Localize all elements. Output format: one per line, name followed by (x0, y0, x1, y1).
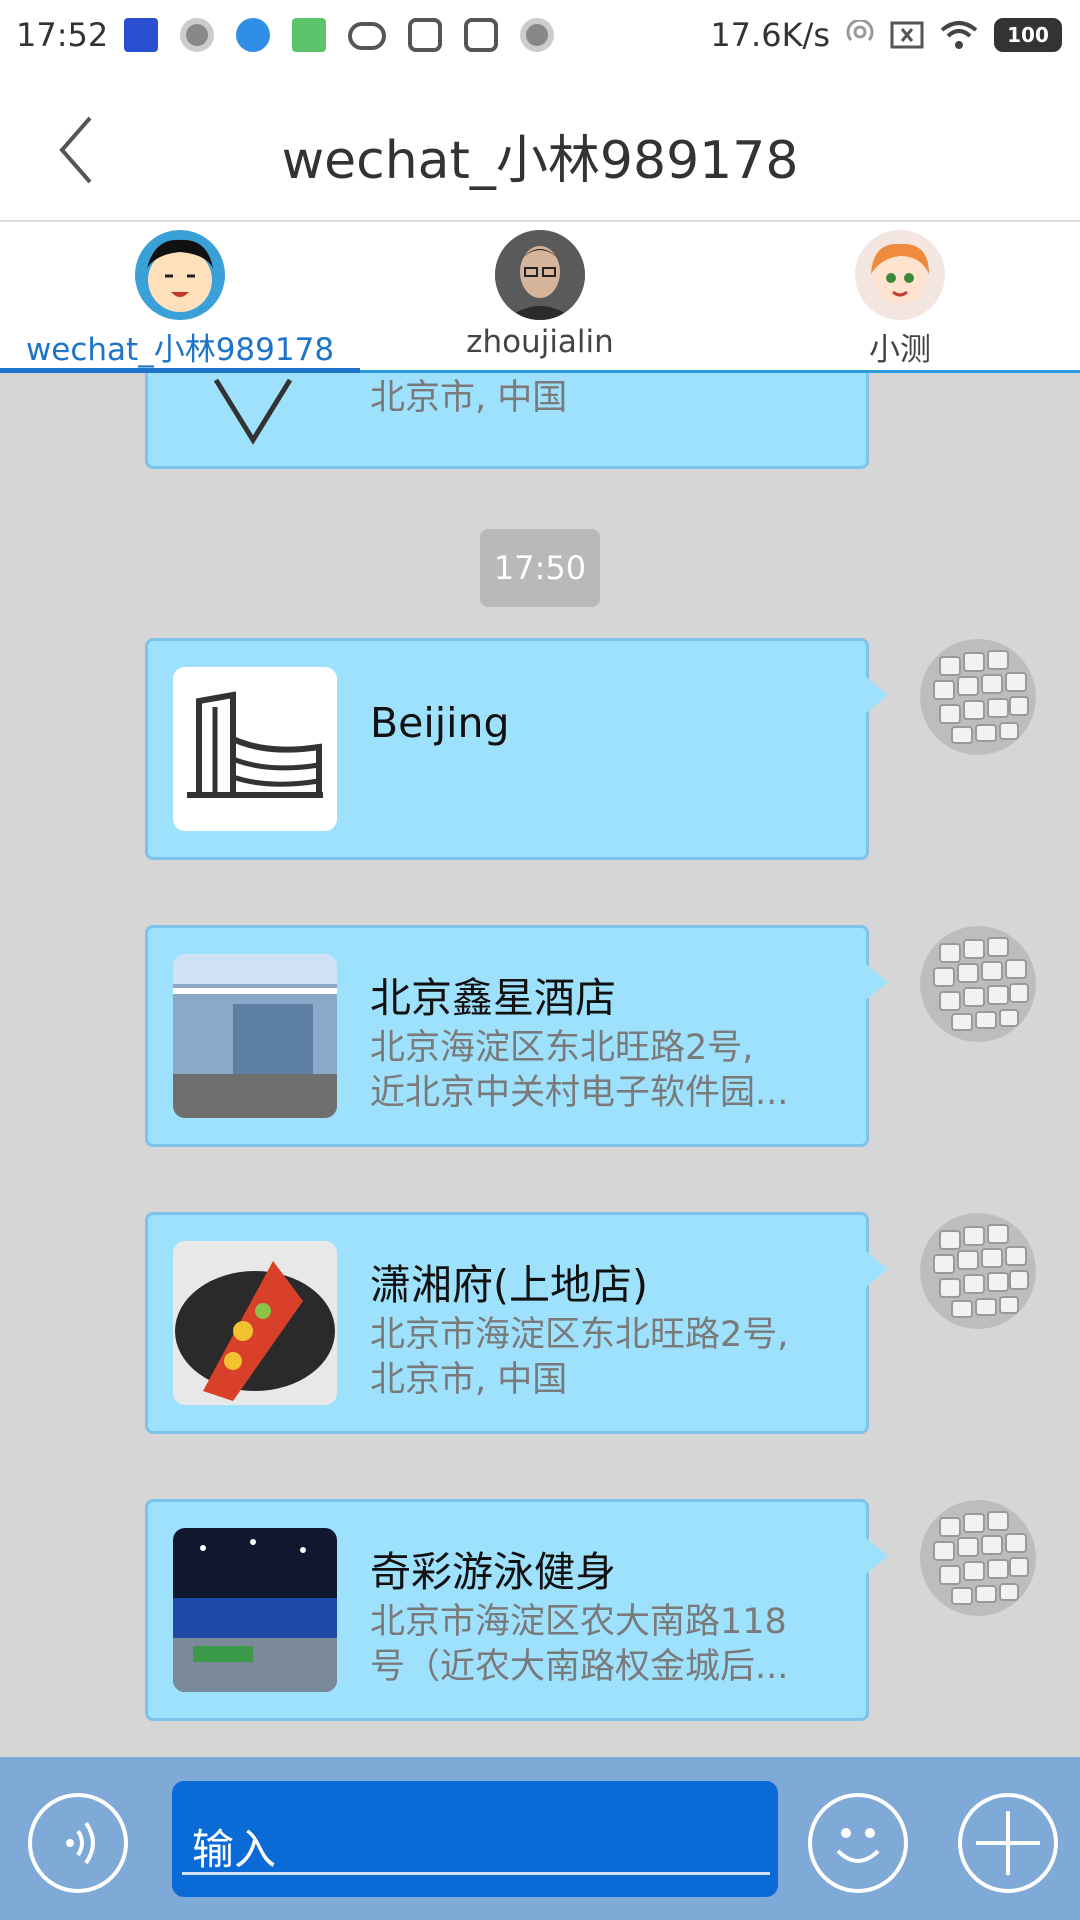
keyboard-avatar[interactable] (920, 1213, 1036, 1329)
keyboard-avatar[interactable] (920, 639, 1036, 755)
s-app-icon (464, 18, 498, 52)
avatar (495, 230, 585, 320)
tab-label: zhoujialin (466, 324, 614, 360)
message-bubble-location[interactable]: 潇湘府(上地店) 北京市海淀区东北旺路2号, 北京市, 中国 (145, 1212, 888, 1434)
bird-icon (236, 18, 270, 52)
message-bubble-location[interactable]: 奇彩游泳健身 北京市海淀区农大南路118 号（近农大南路权金城后... (145, 1499, 888, 1721)
voice-icon (66, 1821, 95, 1865)
tab-label: wechat_小林989178 (25, 332, 335, 368)
record-icon (520, 18, 554, 52)
message-bubble-location[interactable]: 北京鑫星酒店 北京海淀区东北旺路2号, 近北京中关村电子软件园... (145, 925, 888, 1147)
hotel-photo (173, 954, 337, 1118)
avatar (135, 230, 225, 320)
battery-icon: 100 (994, 18, 1062, 52)
message-bubble-location[interactable]: Beijing (145, 638, 888, 860)
message-title: Beijing (370, 699, 510, 747)
chat-message-list[interactable]: 北京市, 中国 17:50 Beijing 北京鑫星酒店 北京海淀区东北旺路2号… (0, 373, 1080, 1757)
tab-zhoujialin[interactable]: zhoujialin (360, 222, 720, 370)
bubble-tail (866, 964, 888, 1000)
s-app-icon (408, 18, 442, 52)
sim-error-icon (890, 21, 924, 49)
contact-tabs: wechat_小林989178 zhoujialin 小测 (0, 222, 1080, 374)
add-button[interactable] (958, 1793, 1058, 1893)
message-subtitle: 北京市海淀区农大南路118 号（近农大南路权金城后... (370, 1602, 789, 1687)
food-photo (173, 1241, 337, 1405)
emoji-button[interactable] (808, 1793, 908, 1893)
message-title: 潇湘府(上地店) (370, 1261, 648, 1309)
input-bar (0, 1757, 1080, 1920)
status-time: 17:52 (16, 16, 109, 54)
network-speed: 17.6K/s (710, 16, 830, 54)
record-icon (180, 18, 214, 52)
maps-icon (292, 18, 326, 52)
plus-icon (976, 1811, 1040, 1875)
bubble-tail (866, 1538, 888, 1574)
message-subtitle: 北京市海淀区东北旺路2号, 北京市, 中国 (370, 1315, 789, 1400)
avatar (855, 230, 945, 320)
message-subtitle: 北京海淀区东北旺路2号, 近北京中关村电子软件园... (370, 1028, 789, 1113)
status-right: 17.6K/s 100 (710, 16, 1062, 54)
bubble-tail (866, 1251, 888, 1287)
status-notification-icons (124, 18, 554, 52)
tab-wechat-xiaolin[interactable]: wechat_小林989178 (0, 222, 360, 374)
smiley-icon (836, 1828, 880, 1863)
building-icon (173, 667, 337, 831)
voice-button[interactable] (28, 1793, 128, 1893)
status-bar: 17:52 17.6K/s 100 (0, 0, 1080, 76)
app-notification-icon (124, 18, 158, 52)
message-bubble-location[interactable]: 北京市, 中国 (145, 373, 869, 469)
bubble-tail (866, 677, 888, 713)
message-title: 奇彩游泳健身 (370, 1548, 616, 1596)
gym-photo (173, 1528, 337, 1692)
page-title: wechat_小林989178 (281, 131, 799, 191)
keyboard-avatar[interactable] (920, 926, 1036, 1042)
location-pin-icon (213, 378, 293, 445)
input-underline (182, 1872, 770, 1875)
message-input[interactable] (172, 1781, 778, 1897)
message-timestamp: 17:50 (480, 529, 600, 607)
cloud-icon (348, 22, 386, 50)
wifi-icon (940, 21, 978, 49)
message-title: 北京鑫星酒店 (370, 974, 616, 1022)
title-bar: wechat_小林989178 (0, 76, 1080, 222)
tab-xiaoce[interactable]: 小测 (720, 222, 1080, 370)
keyboard-avatar[interactable] (920, 1500, 1036, 1616)
message-subtitle: 北京市, 中国 (370, 378, 568, 418)
tab-label: 小测 (869, 332, 931, 368)
hotspot-icon (846, 20, 874, 41)
